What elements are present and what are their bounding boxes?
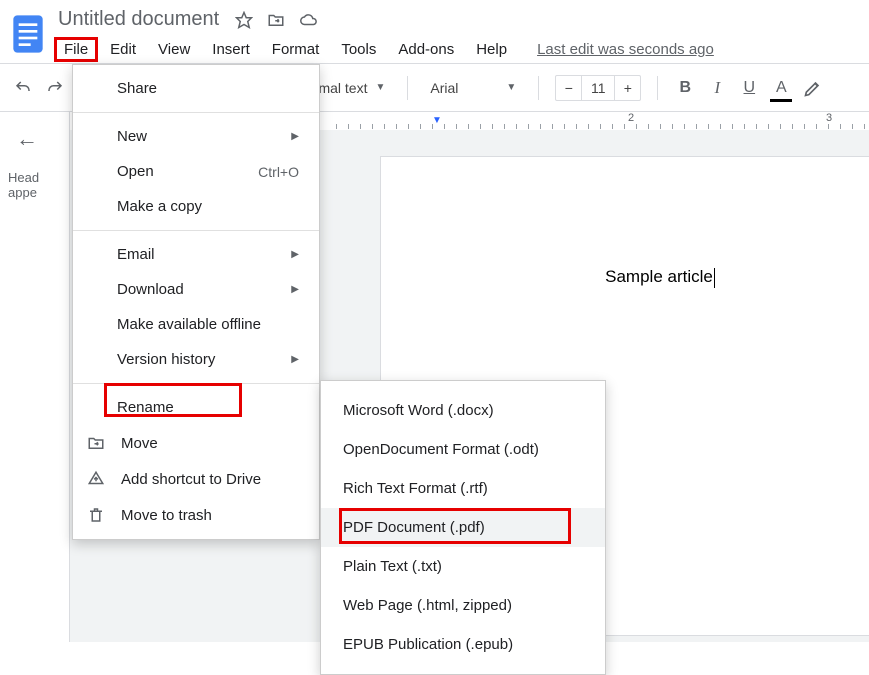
menu-view[interactable]: View bbox=[148, 37, 200, 62]
menu-item-share[interactable]: Share bbox=[73, 71, 319, 106]
underline-button[interactable]: U bbox=[738, 77, 760, 99]
chevron-down-icon: ▼ bbox=[375, 82, 385, 93]
submenu-arrow-icon: ▶ bbox=[291, 354, 299, 365]
undo-icon[interactable] bbox=[12, 77, 34, 99]
menu-addons[interactable]: Add-ons bbox=[388, 37, 464, 62]
submenu-arrow-icon: ▶ bbox=[291, 284, 299, 295]
menu-file[interactable]: File bbox=[54, 37, 98, 62]
chevron-down-icon: ▼ bbox=[506, 82, 516, 93]
menu-item-move[interactable]: Move bbox=[73, 425, 319, 461]
ruler[interactable]: 1 ▼ 2 3 bbox=[336, 112, 869, 130]
redo-icon[interactable] bbox=[44, 77, 66, 99]
download-submenu: Microsoft Word (.docx) OpenDocument Form… bbox=[320, 380, 606, 675]
menu-format[interactable]: Format bbox=[262, 37, 330, 62]
folder-move-icon bbox=[87, 434, 109, 452]
menu-item-trash[interactable]: Move to trash bbox=[73, 497, 319, 533]
outline-text-1: Head bbox=[8, 170, 61, 185]
download-pdf[interactable]: PDF Document (.pdf) bbox=[321, 508, 605, 547]
menu-item-offline[interactable]: Make available offline bbox=[73, 307, 319, 342]
menu-edit[interactable]: Edit bbox=[100, 37, 146, 62]
font-size-decrease[interactable]: − bbox=[556, 76, 582, 100]
font-family-select[interactable]: Arial ▼ bbox=[424, 80, 522, 96]
menu-tools[interactable]: Tools bbox=[331, 37, 386, 62]
download-html[interactable]: Web Page (.html, zipped) bbox=[321, 586, 605, 625]
download-rtf[interactable]: Rich Text Format (.rtf) bbox=[321, 469, 605, 508]
highlight-button[interactable] bbox=[802, 77, 824, 99]
ruler-tick: 2 bbox=[628, 112, 634, 124]
download-odt[interactable]: OpenDocument Format (.odt) bbox=[321, 430, 605, 469]
star-icon[interactable] bbox=[235, 11, 253, 29]
menu-insert[interactable]: Insert bbox=[202, 37, 260, 62]
file-dropdown-menu: Share New▶ OpenCtrl+O Make a copy Email▶… bbox=[72, 64, 320, 540]
menu-item-add-shortcut[interactable]: Add shortcut to Drive bbox=[73, 461, 319, 497]
download-docx[interactable]: Microsoft Word (.docx) bbox=[321, 391, 605, 430]
indent-marker[interactable]: ▼ bbox=[432, 115, 442, 126]
shortcut-label: Ctrl+O bbox=[258, 164, 299, 180]
menu-item-open[interactable]: OpenCtrl+O bbox=[73, 154, 319, 189]
menu-item-email[interactable]: Email▶ bbox=[73, 237, 319, 272]
text-color-button[interactable]: A bbox=[770, 77, 792, 99]
menu-item-make-copy[interactable]: Make a copy bbox=[73, 189, 319, 224]
text-cursor bbox=[714, 268, 715, 288]
font-family-label: Arial bbox=[430, 80, 458, 96]
outline-back-icon[interactable]: ← bbox=[8, 124, 61, 170]
menu-item-rename[interactable]: Rename bbox=[73, 390, 319, 425]
submenu-arrow-icon: ▶ bbox=[291, 249, 299, 260]
cloud-icon[interactable] bbox=[299, 11, 319, 29]
outline-text-2: appe bbox=[8, 185, 61, 200]
font-size-stepper[interactable]: − 11 + bbox=[555, 75, 641, 101]
bold-button[interactable]: B bbox=[674, 77, 696, 99]
page-content[interactable]: Sample article bbox=[605, 267, 713, 286]
download-txt[interactable]: Plain Text (.txt) bbox=[321, 547, 605, 586]
drive-shortcut-icon bbox=[87, 470, 109, 488]
docs-logo[interactable] bbox=[10, 10, 46, 58]
submenu-arrow-icon: ▶ bbox=[291, 131, 299, 142]
menu-item-download[interactable]: Download▶ bbox=[73, 272, 319, 307]
trash-icon bbox=[87, 506, 109, 524]
last-edit-link[interactable]: Last edit was seconds ago bbox=[537, 41, 714, 58]
move-icon[interactable] bbox=[267, 11, 285, 29]
document-title[interactable]: Untitled document bbox=[54, 6, 223, 33]
download-epub[interactable]: EPUB Publication (.epub) bbox=[321, 625, 605, 664]
ruler-tick: 3 bbox=[826, 112, 832, 124]
font-size-increase[interactable]: + bbox=[614, 76, 640, 100]
menu-item-new[interactable]: New▶ bbox=[73, 119, 319, 154]
menu-item-version-history[interactable]: Version history▶ bbox=[73, 342, 319, 377]
menu-help[interactable]: Help bbox=[466, 37, 517, 62]
italic-button[interactable]: I bbox=[706, 77, 728, 99]
font-size-value[interactable]: 11 bbox=[582, 80, 614, 96]
